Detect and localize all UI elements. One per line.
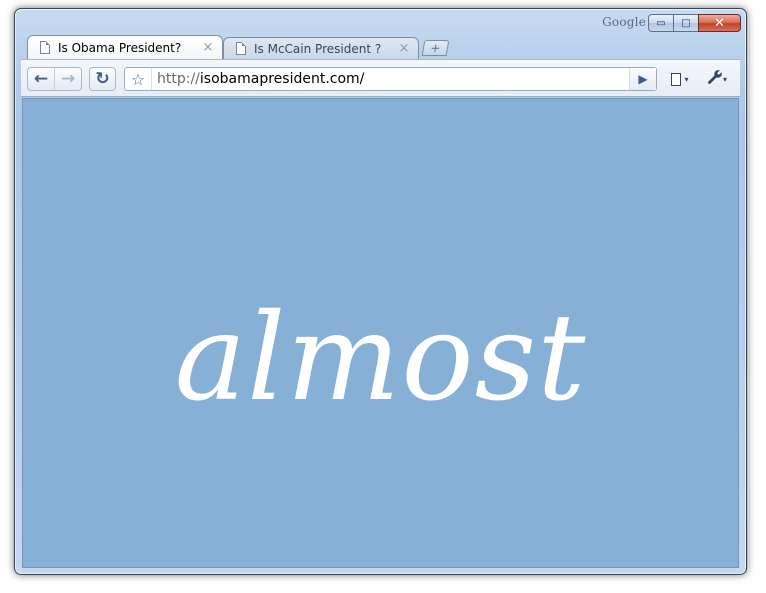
browser-window: Google ▭ □ ✕ Is Obama President? × Is Mc… <box>14 8 747 575</box>
wrench-menu-button[interactable]: ▾ <box>701 68 733 90</box>
url-input[interactable]: http://isobamapresident.com/ <box>152 69 629 89</box>
plus-icon: + <box>429 41 442 55</box>
minimize-button[interactable]: ▭ <box>648 14 673 32</box>
back-button[interactable]: ← <box>28 68 55 90</box>
page-icon <box>40 41 50 54</box>
reload-icon: ↻ <box>95 69 110 89</box>
maximize-button[interactable]: □ <box>673 14 698 32</box>
star-glyph: ☆ <box>130 69 146 89</box>
toolbar: ← → ↻ ☆ http://isobamapresident.com/ ▶ ▾ <box>21 59 740 97</box>
tab-strip: Is Obama President? × Is McCain Presiden… <box>27 35 727 59</box>
page-headline: almost <box>174 289 587 428</box>
address-bar: ☆ http://isobamapresident.com/ ▶ <box>124 67 657 91</box>
brand-label: Google <box>602 15 646 29</box>
reload-button[interactable]: ↻ <box>89 67 116 91</box>
page-content: almost <box>22 98 739 568</box>
minimize-icon: ▭ <box>656 17 666 29</box>
wrench-icon <box>707 69 723 89</box>
tab-title: Is Obama President? <box>58 40 182 55</box>
tab-is-mccain-president[interactable]: Is McCain President ? × <box>223 37 419 59</box>
forward-button[interactable]: → <box>55 68 81 90</box>
tab-close-icon[interactable]: × <box>202 41 214 54</box>
page-icon <box>671 72 682 86</box>
tab-close-icon[interactable]: × <box>398 42 410 55</box>
chevron-down-icon: ▾ <box>722 74 727 84</box>
url-host-path: isobamapresident.com/ <box>199 71 365 87</box>
window-controls: ▭ □ ✕ <box>648 14 741 32</box>
navigation-buttons: ← → <box>27 67 82 91</box>
close-icon: ✕ <box>714 15 725 31</box>
bookmark-star-icon[interactable]: ☆ <box>125 68 152 90</box>
close-window-button[interactable]: ✕ <box>698 14 741 32</box>
tab-is-obama-president[interactable]: Is Obama President? × <box>27 35 223 59</box>
play-icon: ▶ <box>638 72 648 86</box>
tab-title: Is McCain President ? <box>254 41 382 56</box>
go-button[interactable]: ▶ <box>629 68 656 90</box>
forward-arrow-icon: → <box>60 69 76 89</box>
url-scheme: http:// <box>157 71 200 87</box>
new-tab-button[interactable]: + <box>421 40 450 56</box>
page-menu-button[interactable]: ▾ <box>665 69 695 89</box>
chevron-down-icon: ▾ <box>684 74 689 84</box>
page-icon <box>236 42 246 55</box>
back-arrow-icon: ← <box>33 69 49 89</box>
maximize-icon: □ <box>681 17 691 29</box>
